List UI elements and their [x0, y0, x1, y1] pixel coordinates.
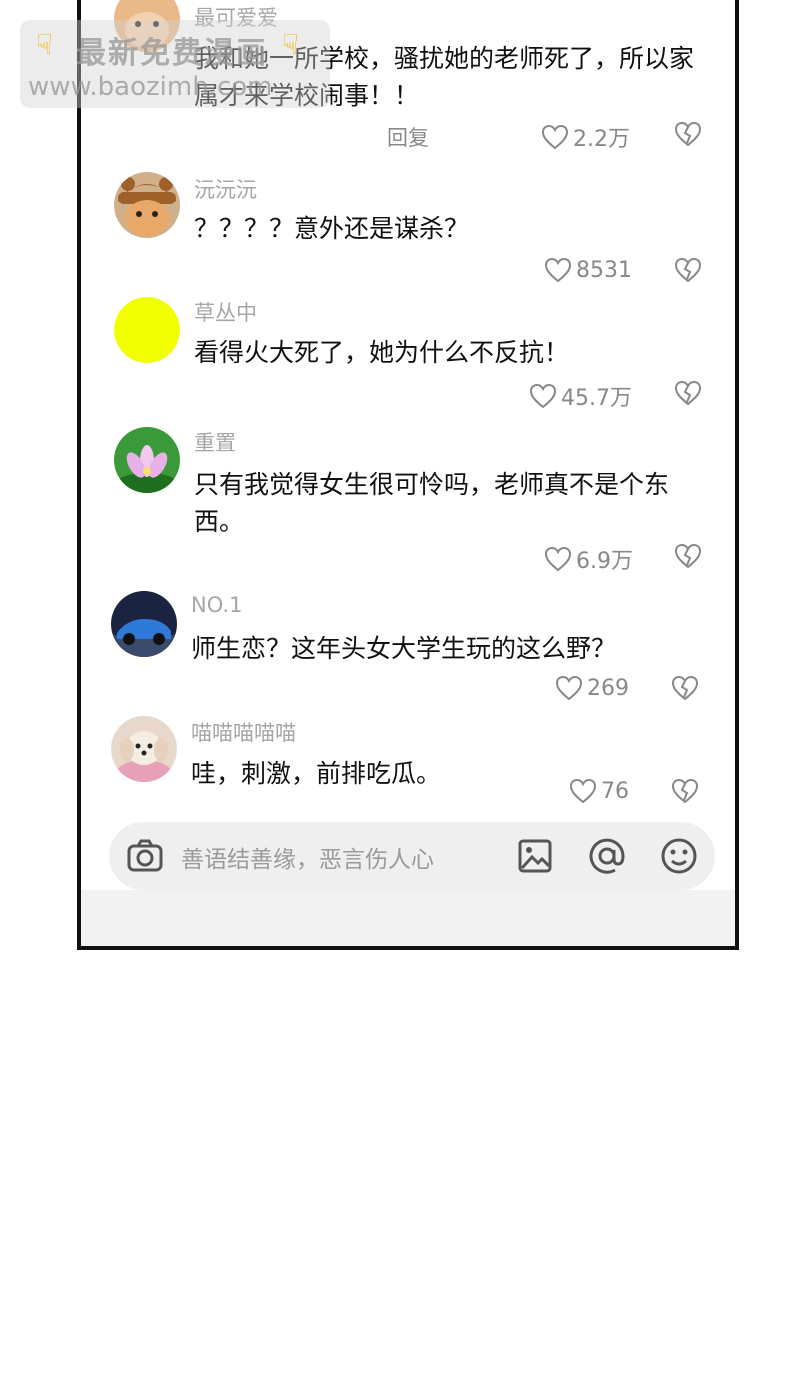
dislike-button[interactable]	[674, 257, 702, 283]
avatar[interactable]	[111, 591, 177, 657]
broken-heart-icon	[674, 121, 702, 147]
watermark-url: www.baozimh.com	[28, 72, 273, 102]
camera-icon[interactable]	[125, 836, 165, 880]
like-button[interactable]: 269	[555, 675, 629, 701]
heart-icon	[544, 546, 572, 572]
dislike-button[interactable]	[674, 121, 702, 147]
broken-heart-icon	[674, 380, 702, 406]
like-count: 6.9万	[576, 549, 633, 574]
broken-heart-icon	[671, 778, 699, 804]
comment-text: 看得火大死了，她为什么不反抗！	[194, 338, 570, 367]
comment-input-bar[interactable]: 善语结善缘，恶言伤人心	[109, 822, 715, 890]
comment-text: 只有我觉得女生很可怜吗，老师真不是个东西。	[194, 470, 670, 536]
emoji-icon[interactable]	[659, 836, 699, 880]
like-count: 269	[587, 675, 629, 701]
comment-username[interactable]: 喵喵喵喵喵	[191, 717, 296, 747]
dislike-button[interactable]	[674, 543, 702, 569]
pointing-hand-icon: ☟	[36, 28, 54, 61]
like-count: 8531	[576, 257, 632, 283]
like-count: 76	[601, 778, 629, 804]
watermark: ☟ 最新免费漫画 ☟ www.baozimh.com	[20, 20, 330, 108]
avatar[interactable]	[111, 716, 177, 782]
avatar[interactable]	[114, 297, 180, 363]
broken-heart-icon	[671, 675, 699, 701]
like-count: 45.7万	[561, 386, 632, 411]
heart-icon	[544, 257, 572, 283]
comment-username[interactable]: NO.1	[191, 593, 242, 617]
comment-username[interactable]: 沅沅沅	[194, 174, 257, 204]
comment-username[interactable]: 重置	[194, 427, 236, 457]
image-icon[interactable]	[515, 836, 555, 880]
comment-text: ？？？？意外还是谋杀？	[194, 214, 470, 243]
phone-frame: 最可爱爱 我和她一所学校，骚扰她的老师死了，所以家属才来学校闹事！！ 回复 2.…	[77, 0, 739, 950]
watermark-title: 最新免费漫画	[76, 36, 268, 71]
heart-icon	[569, 778, 597, 804]
broken-heart-icon	[674, 543, 702, 569]
like-button[interactable]: 45.7万	[529, 380, 632, 412]
comment-text: 师生恋？这年头女大学生玩的这么野？	[191, 634, 617, 663]
like-button[interactable]: 76	[569, 778, 629, 804]
comment-username[interactable]: 草丛中	[194, 297, 257, 327]
at-mention-icon[interactable]	[587, 836, 627, 880]
heart-icon	[529, 383, 557, 409]
broken-heart-icon	[674, 257, 702, 283]
like-button[interactable]: 6.9万	[544, 543, 633, 575]
reply-button[interactable]: 回复	[387, 122, 429, 152]
dislike-button[interactable]	[674, 380, 702, 406]
avatar[interactable]	[114, 172, 180, 238]
bottom-bar-background	[81, 890, 735, 946]
like-count: 2.2万	[573, 127, 630, 152]
comment-input[interactable]: 善语结善缘，恶言伤人心	[181, 840, 434, 874]
avatar[interactable]	[114, 427, 180, 493]
dislike-button[interactable]	[671, 675, 699, 701]
heart-icon	[541, 124, 569, 150]
heart-icon	[555, 675, 583, 701]
pointing-hand-icon: ☟	[282, 28, 300, 61]
dislike-button[interactable]	[671, 778, 699, 804]
like-button[interactable]: 2.2万	[541, 121, 630, 153]
like-button[interactable]: 8531	[544, 257, 632, 283]
